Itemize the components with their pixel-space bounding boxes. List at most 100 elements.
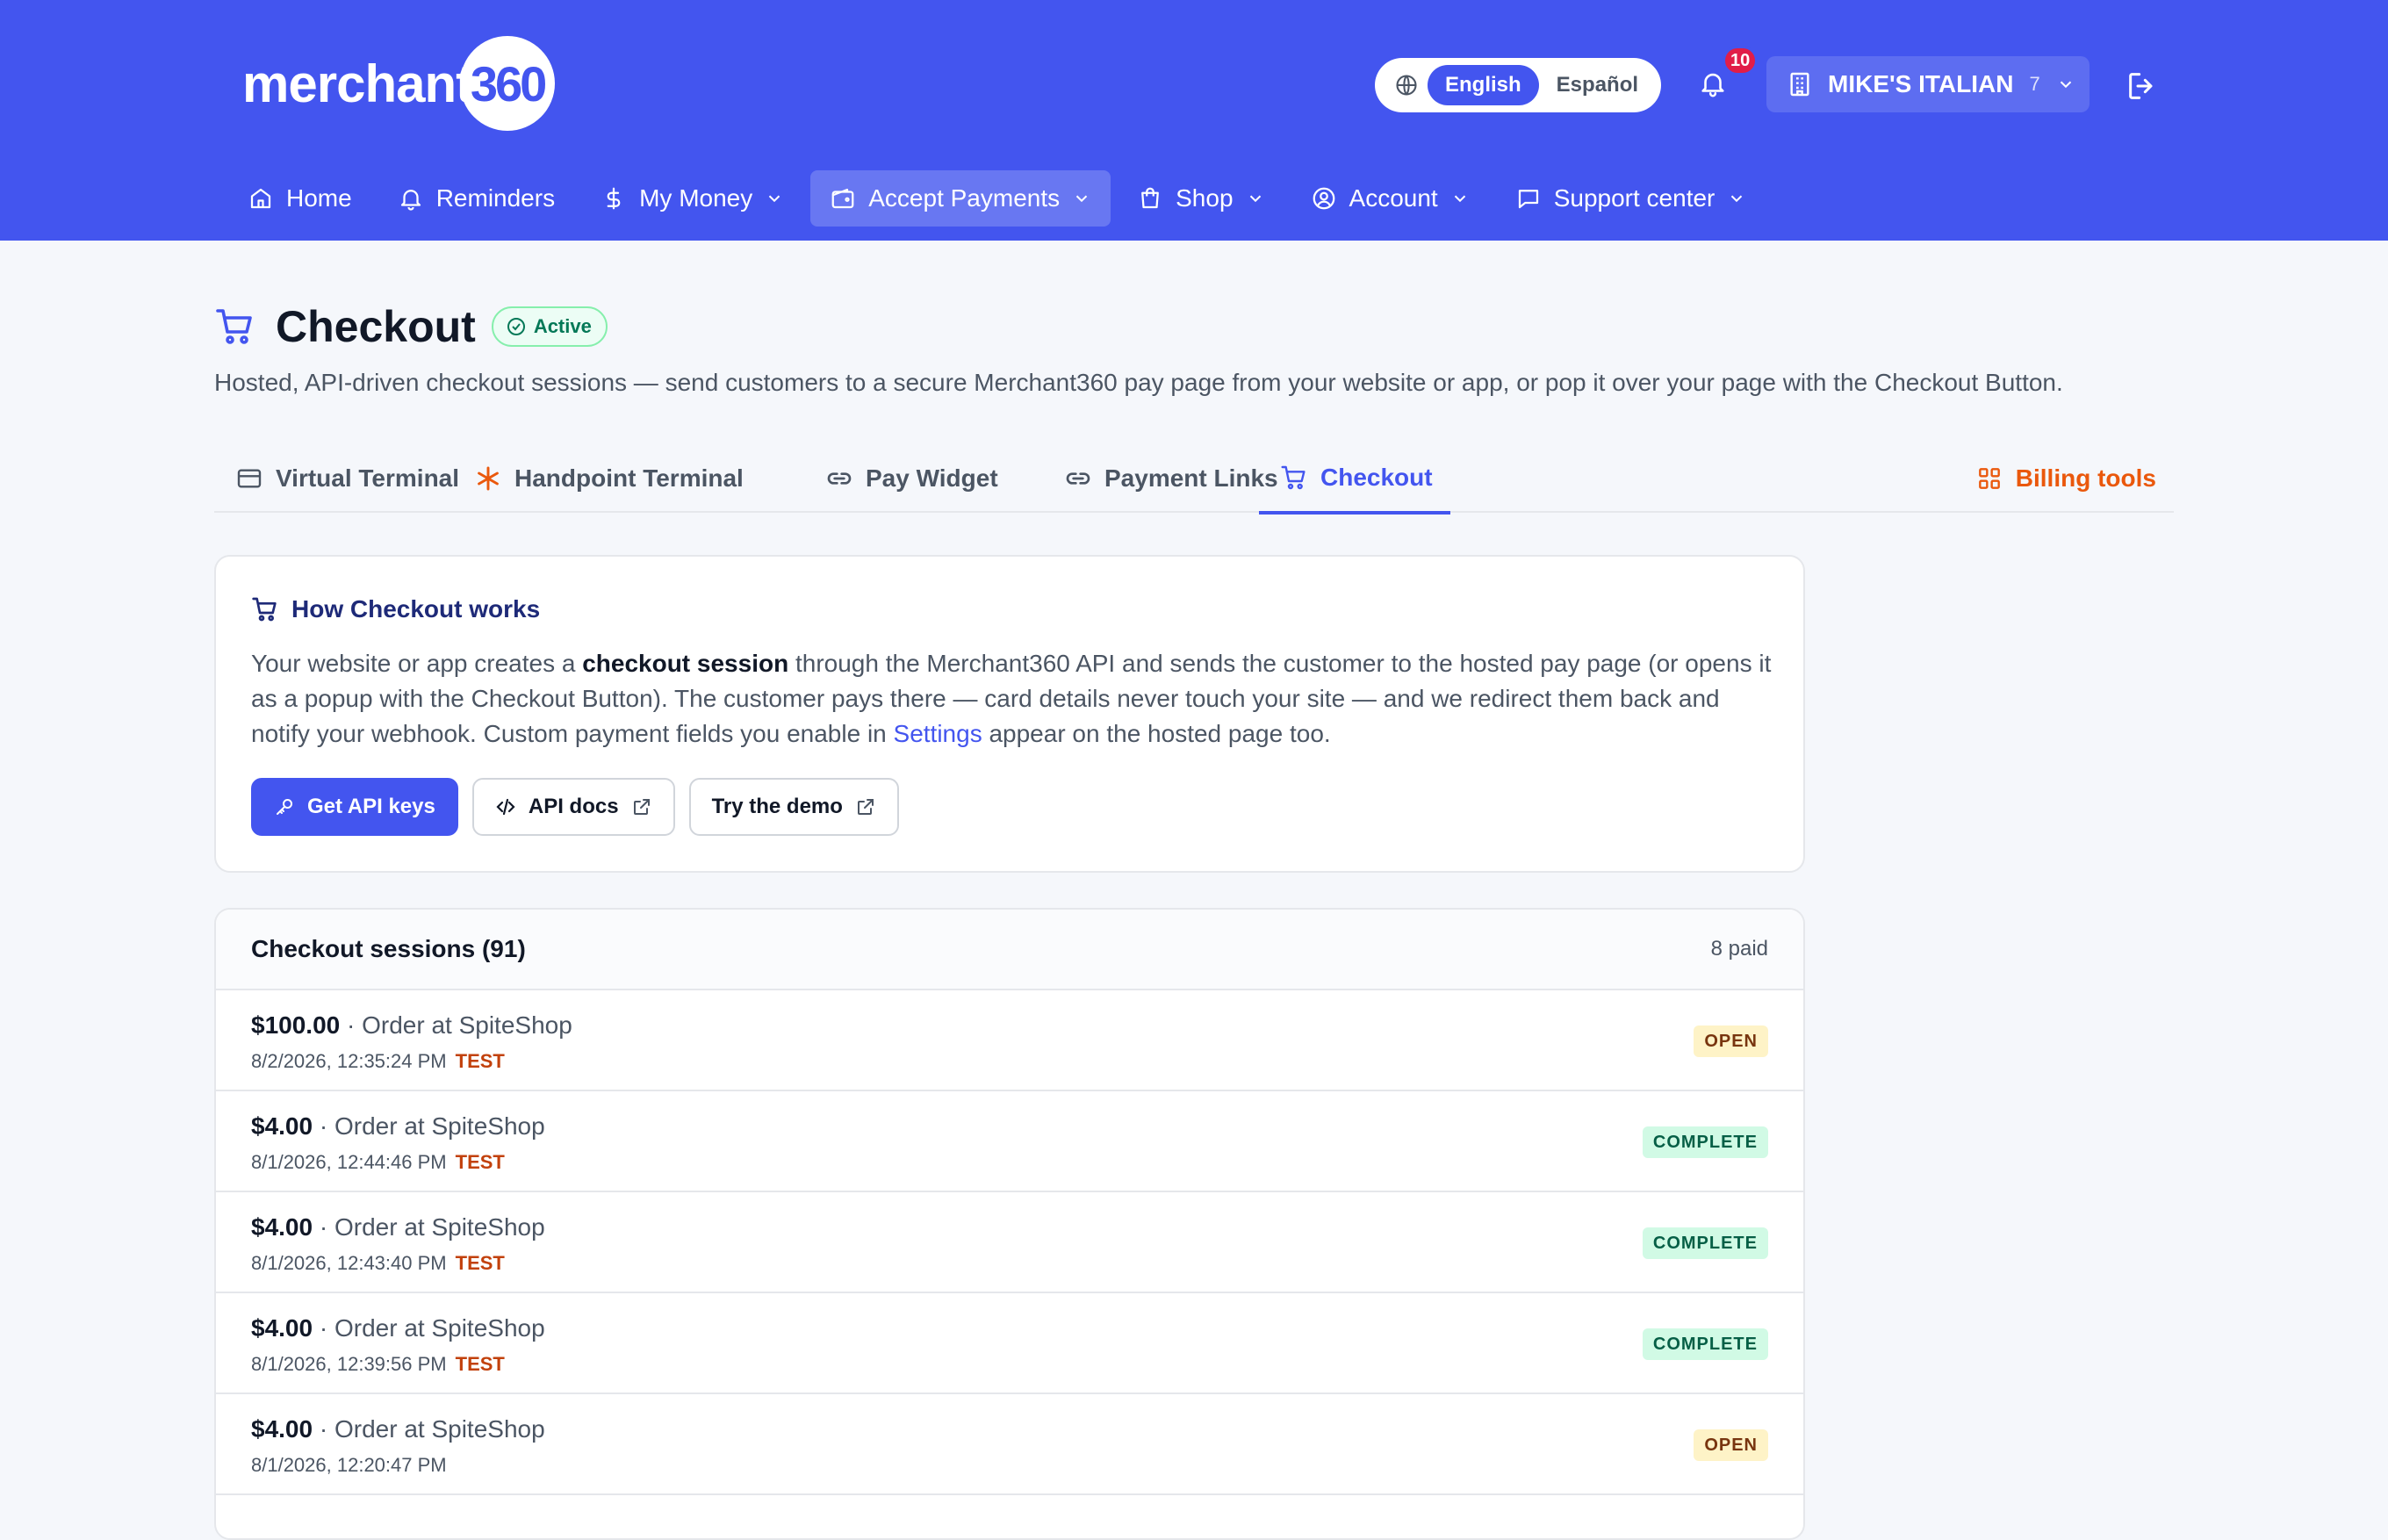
session-summary: $100.00 · Order at SpiteShop <box>251 1011 572 1040</box>
session-meta: 8/1/2026, 12:44:46 PM TEST <box>251 1151 505 1174</box>
session-status-badge: COMPLETE <box>1642 1126 1768 1158</box>
session-row[interactable]: $4.00 · Order at SpiteShop 8/1/2026, 12:… <box>216 1091 1803 1192</box>
how-checkout-works-card: How Checkout works Your website or app c… <box>214 555 1805 873</box>
top-header: merchant 360 English Español 10 MIKE'S I… <box>0 0 2388 241</box>
grid-icon <box>1978 468 2000 489</box>
shopping-bag-icon <box>1141 187 1159 209</box>
session-row[interactable]: $4.00 · Order at SpiteShop 8/1/2026, 12:… <box>216 1394 1803 1495</box>
cart-icon <box>1281 465 1305 490</box>
info-heading-text: How Checkout works <box>291 595 541 622</box>
link-icon <box>827 472 852 485</box>
session-status-badge: OPEN <box>1694 1429 1768 1461</box>
wallet-icon <box>831 188 854 209</box>
sessions-paid-count: 8 paid <box>1710 937 1768 961</box>
tab-handpoint-terminal[interactable]: Handpoint Terminal <box>453 444 761 513</box>
tab-payment-links[interactable]: Payment Links <box>1043 444 1296 513</box>
nav-label: Shop <box>1176 184 1234 212</box>
nav-label: Home <box>286 184 352 212</box>
try-demo-button[interactable]: Try the demo <box>688 778 899 836</box>
get-api-keys-button[interactable]: Get API keys <box>251 778 458 836</box>
chevron-down-icon <box>1454 195 1465 203</box>
info-bold-text: checkout session <box>582 650 789 677</box>
bell-icon <box>400 190 421 211</box>
nav-item-reminders[interactable]: Reminders <box>378 170 574 227</box>
chevron-down-icon <box>1075 195 1088 203</box>
chevron-down-icon <box>769 195 780 203</box>
tab-label: Payment Links <box>1104 464 1278 492</box>
tab-checkout[interactable]: Checkout <box>1259 444 1450 515</box>
info-text: appear on the hosted page too. <box>982 720 1331 747</box>
nav-item-my-money[interactable]: My Money <box>581 170 803 227</box>
test-mode-label: TEST <box>455 1050 505 1072</box>
session-description: · Order at SpiteShop <box>340 1011 572 1039</box>
bell-icon <box>1701 73 1724 97</box>
button-label: API docs <box>528 795 619 818</box>
settings-link[interactable]: Settings <box>894 720 982 747</box>
test-mode-label: TEST <box>455 1151 505 1173</box>
api-docs-button[interactable]: API docs <box>471 778 675 836</box>
nav-label: Support center <box>1553 184 1715 212</box>
session-timestamp: 8/1/2026, 12:43:40 PM <box>251 1252 447 1274</box>
sessions-list: $100.00 · Order at SpiteShop 8/2/2026, 1… <box>216 990 1803 1495</box>
session-summary: $4.00 · Order at SpiteShop <box>251 1112 545 1141</box>
session-row[interactable]: $100.00 · Order at SpiteShop 8/2/2026, 1… <box>216 990 1803 1091</box>
cart-icon <box>216 309 252 344</box>
tab-label: Handpoint Terminal <box>514 464 744 492</box>
merchant360-logo[interactable]: merchant 360 <box>242 35 556 132</box>
logout-icon <box>2129 73 2153 99</box>
code-icon <box>496 798 515 816</box>
chevron-down-icon <box>2060 81 2071 89</box>
nav-label: My Money <box>639 184 753 212</box>
billing-tools-label: Billing tools <box>2015 464 2156 492</box>
billing-tools-link[interactable]: Billing tools <box>1954 444 2174 513</box>
merchant-selector[interactable]: MIKE'S ITALIAN 7 <box>1766 56 2090 112</box>
session-row[interactable]: $4.00 · Order at SpiteShop 8/1/2026, 12:… <box>216 1192 1803 1293</box>
main-nav: Home Reminders My Money Accept Payments … <box>228 170 1773 227</box>
tab-label: Checkout <box>1320 464 1433 491</box>
status-label: Active <box>533 315 592 337</box>
session-timestamp: 8/1/2026, 12:20:47 PM <box>251 1454 447 1476</box>
chevron-down-icon <box>1731 195 1743 203</box>
language-option-espanol[interactable]: Español <box>1539 65 1656 105</box>
session-summary: $4.00 · Order at SpiteShop <box>251 1213 545 1241</box>
page-description: Hosted, API-driven checkout sessions — s… <box>214 369 2063 396</box>
session-meta: 8/1/2026, 12:39:56 PM TEST <box>251 1353 505 1376</box>
logout-button[interactable] <box>2125 68 2160 104</box>
nav-item-accept-payments[interactable]: Accept Payments <box>810 170 1111 227</box>
test-mode-label: TEST <box>455 1353 505 1375</box>
session-amount: $4.00 <box>251 1213 313 1241</box>
tab-pay-widget[interactable]: Pay Widget <box>804 444 1016 513</box>
home-icon <box>250 188 271 209</box>
status-badge: Active <box>491 306 608 347</box>
button-label: Get API keys <box>307 795 435 818</box>
session-summary: $4.00 · Order at SpiteShop <box>251 1415 545 1443</box>
nav-label: Accept Payments <box>868 184 1061 212</box>
session-timestamp: 8/1/2026, 12:44:46 PM <box>251 1151 447 1173</box>
nav-item-account[interactable]: Account <box>1291 170 1489 227</box>
sessions-header: Checkout sessions (91) 8 paid <box>216 910 1803 990</box>
building-icon <box>1790 72 1809 97</box>
session-description: · Order at SpiteShop <box>313 1213 545 1241</box>
notifications-button[interactable] <box>1698 68 1730 100</box>
merchant-count: 7 <box>2029 73 2040 95</box>
external-link-icon <box>857 799 874 815</box>
nav-item-home[interactable]: Home <box>228 170 371 227</box>
nav-item-support-center[interactable]: Support center <box>1496 170 1766 227</box>
session-timestamp: 8/2/2026, 12:35:24 PM <box>251 1050 447 1072</box>
test-mode-label: TEST <box>455 1252 505 1274</box>
info-text: Your website or app creates a <box>251 650 583 677</box>
language-option-english[interactable]: English <box>1428 65 1539 105</box>
session-meta: 8/2/2026, 12:35:24 PM TEST <box>251 1050 505 1073</box>
external-link-icon <box>633 799 650 815</box>
session-amount: $4.00 <box>251 1415 313 1443</box>
globe-icon <box>1396 75 1417 96</box>
session-amount: $100.00 <box>251 1011 341 1039</box>
tab-virtual-terminal[interactable]: Virtual Terminal <box>214 444 477 513</box>
logo-badge: 360 <box>460 36 556 131</box>
logo-text: merchant <box>242 54 473 113</box>
page-title: Checkout <box>276 302 476 351</box>
dollar-icon <box>607 187 621 210</box>
nav-item-shop[interactable]: Shop <box>1118 170 1284 227</box>
session-status-badge: COMPLETE <box>1642 1227 1768 1259</box>
session-row[interactable]: $4.00 · Order at SpiteShop 8/1/2026, 12:… <box>216 1293 1803 1394</box>
